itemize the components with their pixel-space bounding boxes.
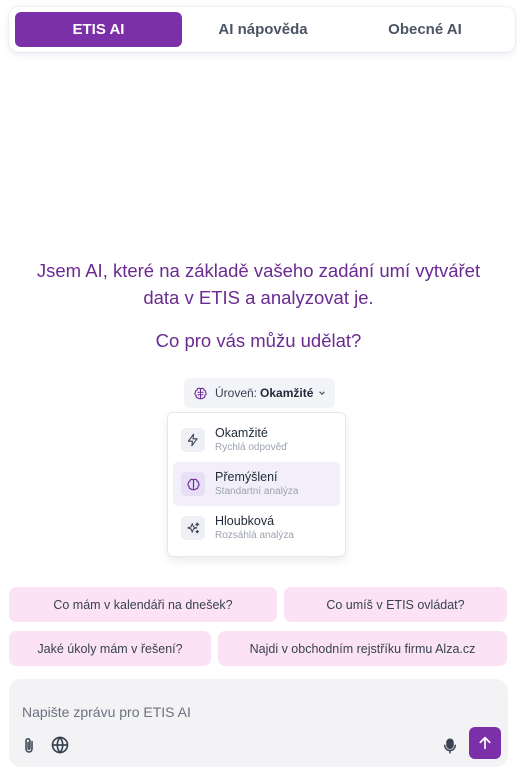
intro-line-2: data v ETIS a analyzovat je. bbox=[143, 287, 374, 308]
microphone-icon[interactable] bbox=[441, 735, 459, 757]
suggestion-capabilities[interactable]: Co umíš v ETIS ovládat? bbox=[284, 587, 507, 622]
intro-question: Co pro vás můžu udělat? bbox=[155, 330, 362, 351]
intro-text: Jsem AI, které na základě vašeho zadání … bbox=[0, 257, 517, 311]
chevron-down-icon bbox=[319, 391, 326, 396]
mode-tabs: ETIS AI AI nápověda Obecné AI bbox=[9, 7, 515, 52]
level-value: Okamžité bbox=[260, 386, 314, 400]
level-option-desc: Rozsáhlá analýza bbox=[215, 529, 294, 541]
level-option-name: Hloubková bbox=[215, 513, 275, 528]
suggestion-calendar[interactable]: Co mám v kalendáři na dnešek? bbox=[9, 587, 277, 622]
arrow-up-icon bbox=[479, 736, 491, 750]
send-button[interactable] bbox=[469, 727, 501, 759]
tab-etis-ai[interactable]: ETIS AI bbox=[15, 12, 182, 47]
paperclip-icon[interactable] bbox=[20, 735, 38, 757]
level-option-desc: Rychlá odpověď bbox=[215, 441, 288, 453]
suggestion-business-register[interactable]: Najdi v obchodním rejstříku firmu Alza.c… bbox=[218, 631, 507, 666]
level-option-hloubkova[interactable]: Hloubková Rozsáhlá analýza bbox=[173, 506, 340, 550]
level-option-okamzite[interactable]: Okamžité Rychlá odpověď bbox=[173, 418, 340, 462]
level-dropdown: Okamžité Rychlá odpověď Přemýšlení Stand… bbox=[167, 412, 346, 557]
level-option-premysleni[interactable]: Přemýšlení Standartní analýza bbox=[173, 462, 340, 506]
suggestion-tasks[interactable]: Jaké úkoly mám v řešení? bbox=[9, 631, 211, 666]
level-prefix: Úroveň: bbox=[215, 386, 258, 400]
sparkles-icon bbox=[186, 521, 199, 533]
message-composer bbox=[9, 679, 508, 767]
brain-icon bbox=[194, 387, 207, 399]
level-selector-button[interactable]: Úroveň: Okamžité bbox=[184, 378, 335, 408]
lightning-icon bbox=[187, 433, 198, 447]
tab-obecne-ai[interactable]: Obecné AI bbox=[344, 12, 506, 47]
level-option-name: Okamžité bbox=[215, 425, 268, 440]
brain-icon bbox=[186, 478, 200, 490]
level-option-name: Přemýšlení bbox=[215, 469, 278, 484]
message-input[interactable] bbox=[9, 679, 508, 731]
globe-icon[interactable] bbox=[50, 735, 70, 755]
intro-line-1: Jsem AI, které na základě vašeho zadání … bbox=[36, 260, 481, 281]
level-option-desc: Standartní analýza bbox=[215, 485, 299, 497]
tab-ai-napoveda[interactable]: AI nápověda bbox=[182, 12, 344, 47]
